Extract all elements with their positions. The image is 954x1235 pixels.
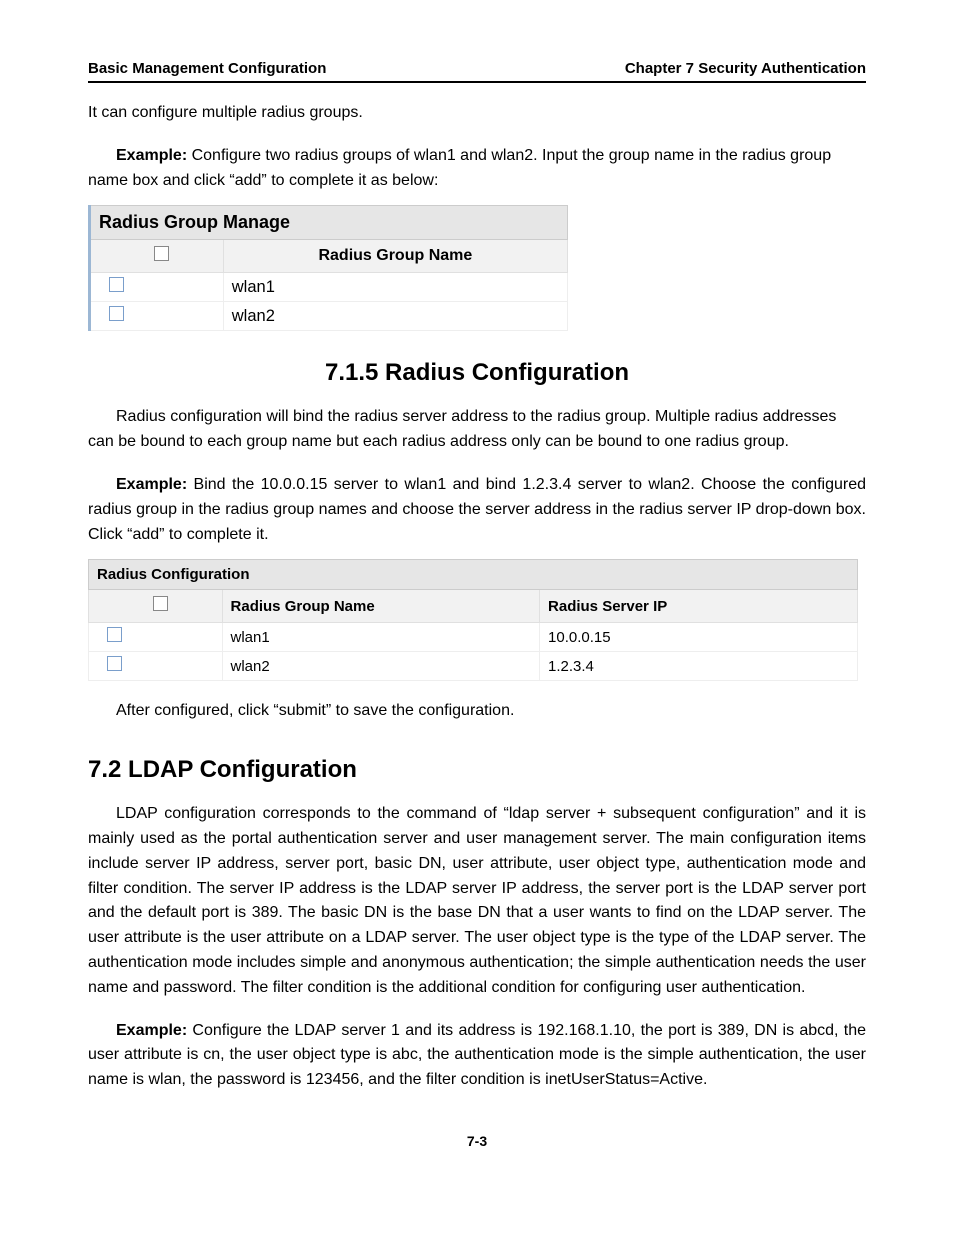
heading-7-2: 7.2 LDAP Configuration bbox=[88, 756, 866, 784]
table-title: Radius Group Manage bbox=[90, 206, 568, 240]
running-head: Basic Management Configuration Chapter 7… bbox=[88, 60, 866, 83]
table-row: wlan1 10.0.0.15 bbox=[89, 623, 858, 652]
example-2-text: Bind the 10.0.0.15 server to wlan1 and b… bbox=[88, 476, 866, 543]
radius-configuration-table: Radius Configuration Radius Group Name R… bbox=[88, 559, 858, 681]
cell-group-name: wlan2 bbox=[223, 302, 567, 331]
table-row: wlan2 bbox=[90, 302, 568, 331]
cell-group-name: wlan1 bbox=[222, 623, 540, 652]
col-header-group-name: Radius Group Name bbox=[223, 240, 567, 273]
col-header-server-ip: Radius Server IP bbox=[540, 590, 858, 623]
header-checkbox-cell bbox=[89, 590, 223, 623]
table-row: wlan1 bbox=[90, 273, 568, 302]
cell-server-ip: 10.0.0.15 bbox=[540, 623, 858, 652]
radius-group-manage-table: Radius Group Manage Radius Group Name wl… bbox=[88, 205, 568, 331]
checkbox-icon[interactable] bbox=[154, 246, 169, 261]
table-title: Radius Configuration bbox=[89, 560, 858, 590]
table-row: wlan2 1.2.3.4 bbox=[89, 652, 858, 681]
section-7-1-5-text: Radius configuration will bind the radiu… bbox=[88, 408, 836, 450]
intro-paragraph: It can configure multiple radius groups. bbox=[88, 101, 866, 126]
section-7-1-5-paragraph: Radius configuration will bind the radiu… bbox=[88, 405, 866, 455]
document-page: Basic Management Configuration Chapter 7… bbox=[0, 0, 954, 1235]
example-label: Example: bbox=[116, 147, 187, 164]
example-2: Example: Bind the 10.0.0.15 server to wl… bbox=[88, 473, 866, 547]
example-label: Example: bbox=[116, 1022, 187, 1039]
running-head-left: Basic Management Configuration bbox=[88, 60, 326, 77]
checkbox-icon[interactable] bbox=[107, 656, 122, 671]
checkbox-icon[interactable] bbox=[109, 306, 124, 321]
example-3: Example: Configure the LDAP server 1 and… bbox=[88, 1019, 866, 1093]
example-3-text: Configure the LDAP server 1 and its addr… bbox=[88, 1022, 866, 1089]
checkbox-icon[interactable] bbox=[109, 277, 124, 292]
example-label: Example: bbox=[116, 476, 187, 493]
page-number: 7-3 bbox=[88, 1133, 866, 1149]
header-checkbox-cell bbox=[90, 240, 224, 273]
heading-7-1-5: 7.1.5 Radius Configuration bbox=[88, 359, 866, 387]
after-table-2-text: After configured, click “submit” to save… bbox=[116, 702, 514, 719]
checkbox-icon[interactable] bbox=[107, 627, 122, 642]
col-header-group-name: Radius Group Name bbox=[222, 590, 540, 623]
section-7-2-text: LDAP configuration corresponds to the co… bbox=[88, 805, 866, 996]
example-1-text: Configure two radius groups of wlan1 and… bbox=[88, 147, 831, 189]
example-1: Example: Configure two radius groups of … bbox=[88, 144, 866, 194]
cell-group-name: wlan1 bbox=[223, 273, 567, 302]
cell-group-name: wlan2 bbox=[222, 652, 540, 681]
after-table-2: After configured, click “submit” to save… bbox=[88, 699, 866, 724]
checkbox-icon[interactable] bbox=[153, 596, 168, 611]
section-7-2-paragraph: LDAP configuration corresponds to the co… bbox=[88, 802, 866, 1000]
running-head-right: Chapter 7 Security Authentication bbox=[625, 60, 866, 77]
cell-server-ip: 1.2.3.4 bbox=[540, 652, 858, 681]
